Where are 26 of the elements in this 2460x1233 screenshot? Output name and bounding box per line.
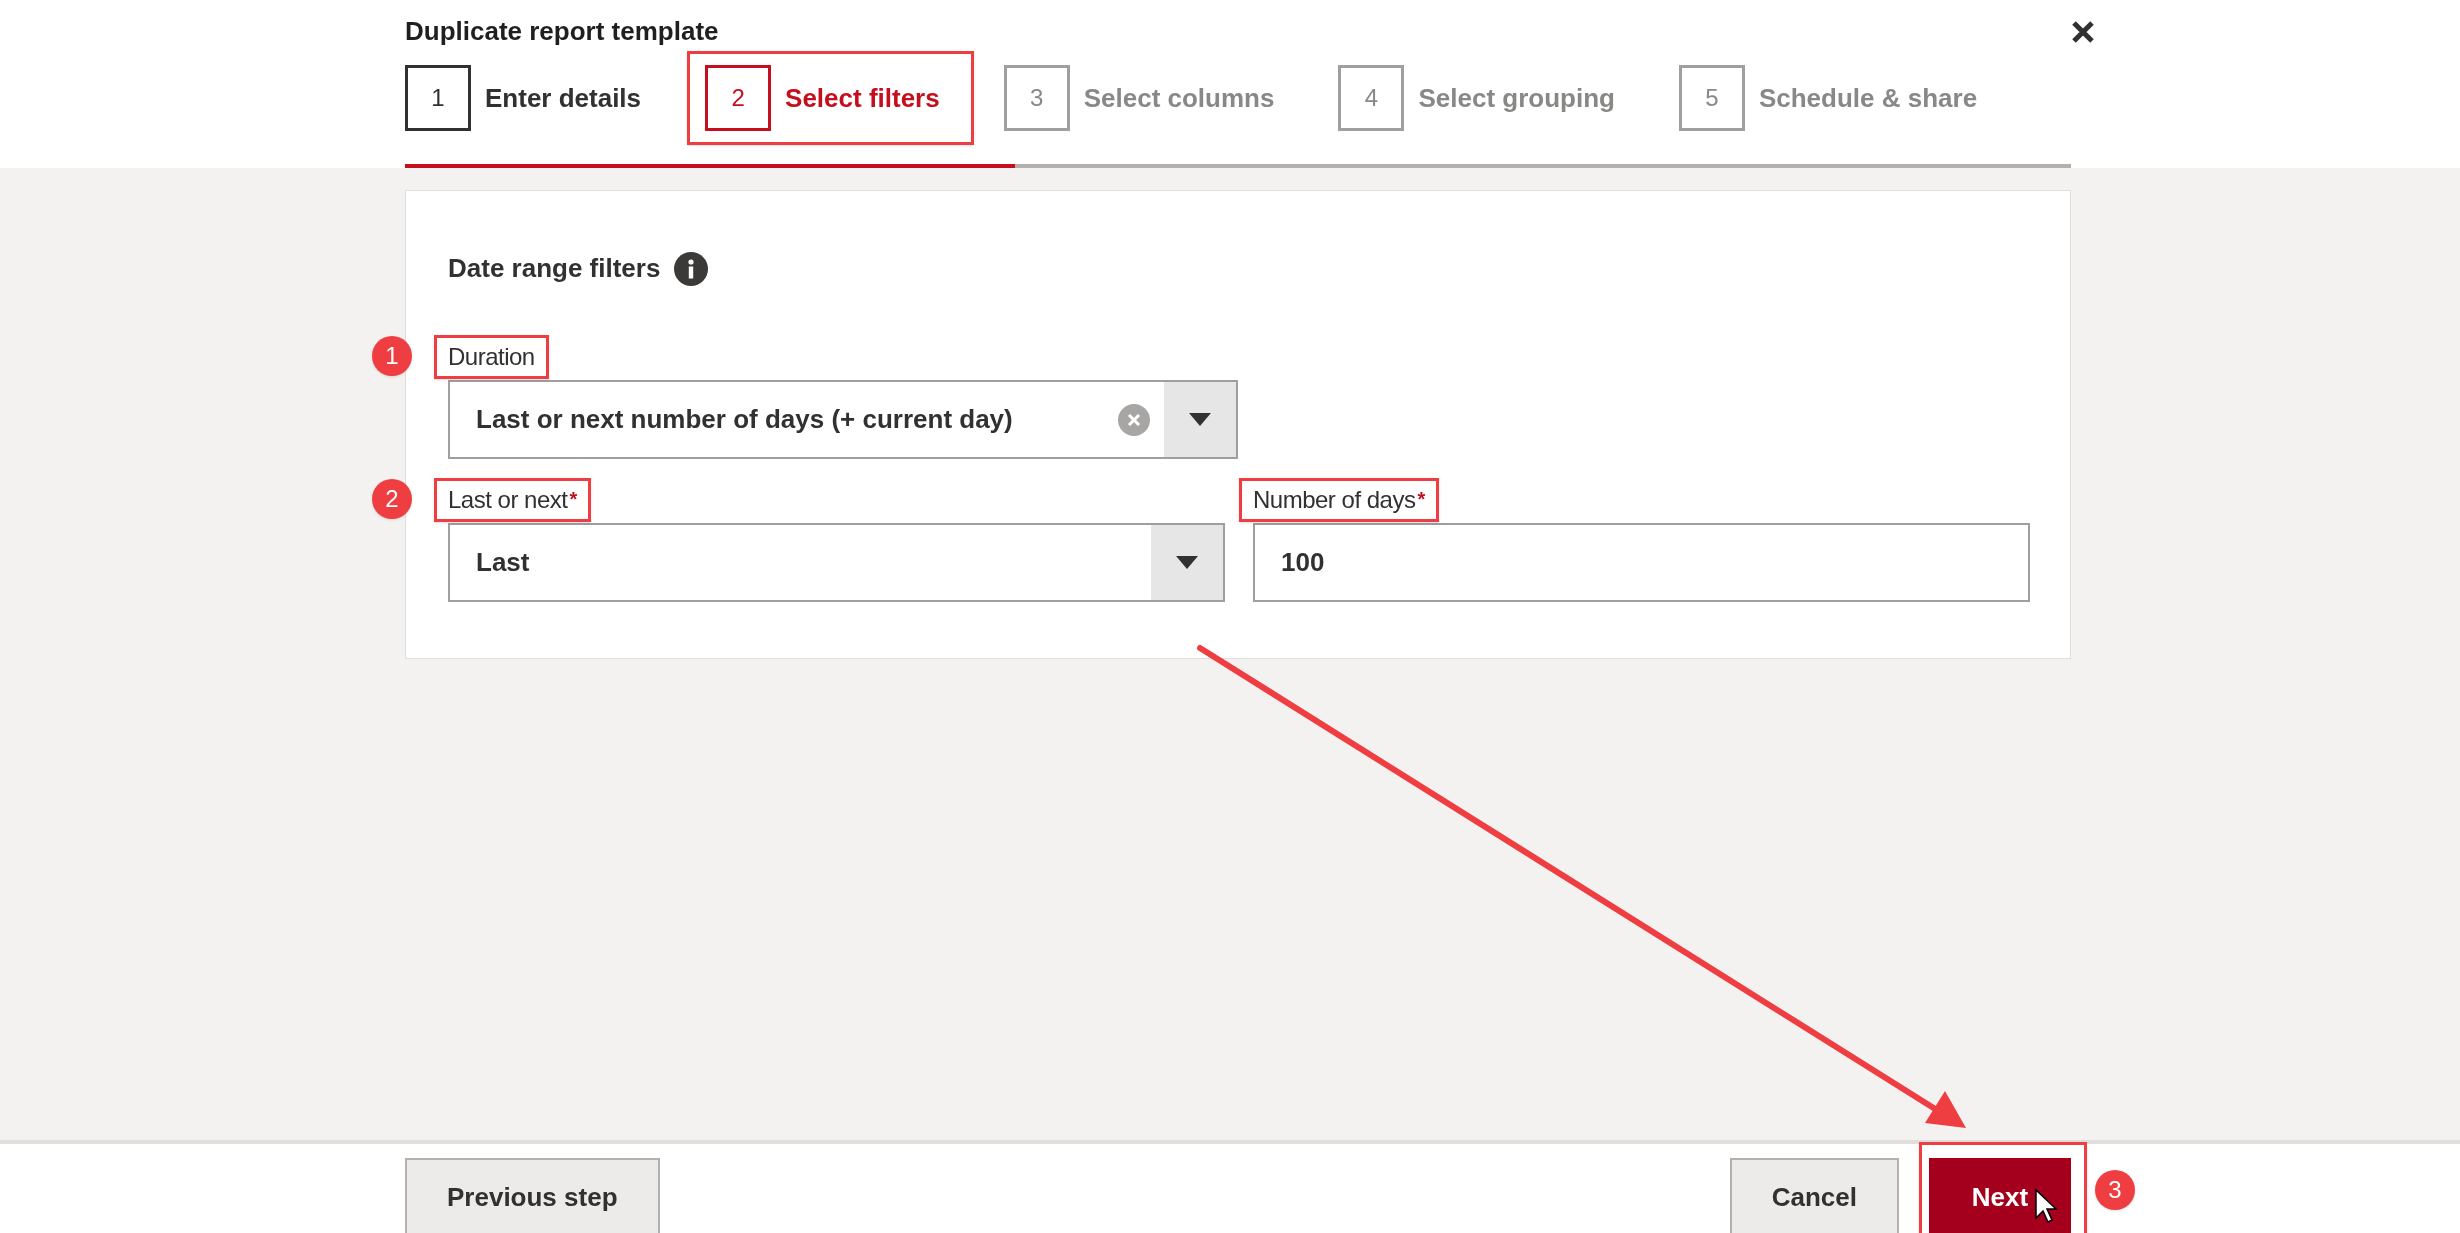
wizard-step-tab[interactable]: 1 Enter details: [405, 65, 642, 131]
wizard-step-tab[interactable]: 2 Select filters: [705, 65, 940, 131]
next-button[interactable]: Next: [1929, 1158, 2071, 1233]
field-label: Duration: [448, 342, 535, 372]
close-icon[interactable]: [2071, 19, 2095, 44]
info-icon[interactable]: [674, 251, 709, 286]
dialog-title: Duplicate report template: [405, 15, 719, 48]
number-input-field[interactable]: 100: [1253, 523, 2030, 602]
dropdown-field[interactable]: Last or next number of days (+ current day): [448, 380, 1238, 459]
required-mark: *: [569, 487, 578, 512]
dropdown-caret-icon: [1176, 556, 1198, 569]
field-label: Last or next: [448, 485, 568, 515]
dropdown-field[interactable]: Last: [448, 523, 1225, 602]
wizard-step-tab[interactable]: 5 Schedule & share: [1678, 65, 1978, 131]
footer-button[interactable]: Previous step: [405, 1158, 660, 1233]
callout-number: 2: [372, 479, 412, 519]
wizard-step-tab[interactable]: 3 Select columns: [1003, 65, 1275, 131]
callout-number: 1: [372, 336, 412, 376]
required-mark: *: [1417, 487, 1426, 512]
footer-button[interactable]: Cancel: [1729, 1158, 1899, 1233]
dropdown-caret-icon: [1189, 413, 1211, 426]
section-heading: Date range filters: [448, 252, 661, 285]
callout-number: 3: [2095, 1170, 2135, 1210]
wizard-step-tab[interactable]: 4 Select grouping: [1338, 65, 1615, 131]
cursor-icon: [2035, 1188, 2058, 1223]
field-label: Number of days: [1253, 485, 1416, 515]
